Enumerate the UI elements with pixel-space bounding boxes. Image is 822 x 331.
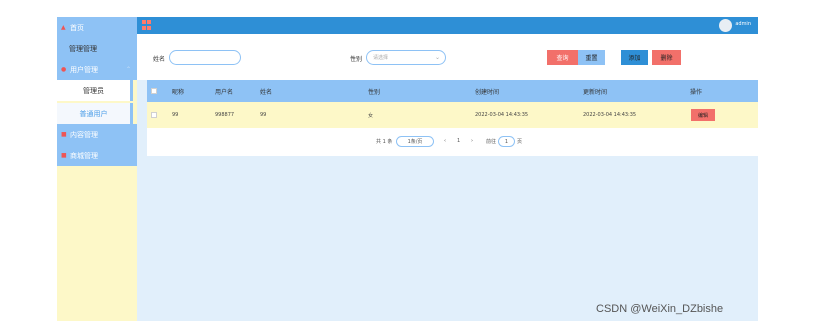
col-header-gender: 性别 xyxy=(368,88,381,96)
sidebar-item-home[interactable]: ▲ 首页 xyxy=(57,17,137,38)
sidebar-subitem-normal-user[interactable]: 普通用户 xyxy=(57,103,133,124)
main-content: 姓名 性别 请选择 ⌄ 查询 重置 添加 删除 昵称 用户名 姓名 性别 创建时… xyxy=(137,34,758,321)
reset-button[interactable]: 重置 xyxy=(578,50,605,65)
gender-select[interactable]: 请选择 ⌄ xyxy=(366,50,446,65)
cell-username: 998877 xyxy=(215,112,235,118)
page-number[interactable]: 1 xyxy=(457,138,460,144)
sidebar-item-label: 首页 xyxy=(70,23,84,32)
sidebar-item-label: 商城管理 xyxy=(70,151,98,160)
cell-name: 99 xyxy=(260,112,267,118)
delete-button[interactable]: 删除 xyxy=(652,50,681,65)
pagination: 共 1 条 1条/页 ‹ 1 › 前往 1 页 xyxy=(147,128,758,156)
sidebar-subitem-label: 管理员 xyxy=(83,86,104,95)
home-icon: ▲ xyxy=(61,23,66,31)
goto-suffix: 页 xyxy=(517,139,523,145)
username-label[interactable]: admin xyxy=(735,21,751,27)
col-header-name: 姓名 xyxy=(260,88,273,96)
sidebar-item-content-management[interactable]: ■ 内容管理 xyxy=(57,124,137,145)
page-size-select[interactable]: 1条/页 xyxy=(396,136,434,147)
goto-label: 前往 xyxy=(486,139,497,145)
name-label: 姓名 xyxy=(153,56,166,63)
cell-nickname: 99 xyxy=(172,112,179,118)
sidebar-item-mall-management[interactable]: ■ 商城管理 xyxy=(57,145,137,166)
sidebar-item-label: 内容管理 xyxy=(70,130,98,139)
avatar[interactable] xyxy=(719,19,732,32)
sidebar-subitem-label: 普通用户 xyxy=(79,109,108,118)
select-all-checkbox[interactable] xyxy=(151,80,157,102)
sidebar-item-user-management[interactable]: ● 用户管理 ⌃ xyxy=(57,59,137,80)
pagination-total: 共 1 条 xyxy=(376,139,393,145)
search-bar: 姓名 性别 请选择 ⌄ 查询 重置 添加 删除 xyxy=(137,34,758,80)
table-header: 昵称 用户名 姓名 性别 创建时间 更新时间 操作 xyxy=(147,80,758,102)
sidebar-item-label: 管理管理 xyxy=(69,44,97,53)
col-header-nickname: 昵称 xyxy=(172,88,185,96)
gender-select-placeholder: 请选择 xyxy=(373,55,389,61)
chevron-up-icon: ⌃ xyxy=(125,66,131,73)
app-window: ▲ 首页 管理管理 ● 用户管理 ⌃ 管理员 普通用户 ■ 内容管理 ■ 商城管… xyxy=(0,0,822,331)
sidebar-item-label: 用户管理 xyxy=(70,65,98,74)
col-header-updated: 更新时间 xyxy=(583,88,608,96)
col-header-actions: 操作 xyxy=(690,88,703,96)
prev-page-button[interactable]: ‹ xyxy=(444,138,446,144)
sidebar-item-overlay[interactable]: 管理管理 xyxy=(57,38,137,59)
edit-button[interactable]: 编辑 xyxy=(691,109,715,121)
top-header: admin xyxy=(137,17,758,34)
col-header-created: 创建时间 xyxy=(475,88,500,96)
user-icon: ● xyxy=(61,65,67,73)
chevron-down-icon: ⌄ xyxy=(434,54,440,61)
next-page-button[interactable]: › xyxy=(471,138,473,144)
col-header-username: 用户名 xyxy=(215,88,234,96)
name-input[interactable] xyxy=(169,50,241,65)
row-checkbox[interactable] xyxy=(151,102,157,128)
document-icon: ■ xyxy=(61,130,67,138)
sidebar: ▲ 首页 管理管理 ● 用户管理 ⌃ 管理员 普通用户 ■ 内容管理 ■ 商城管… xyxy=(57,17,137,321)
table-row: 99 998877 99 女 2022-03-04 14:43:35 2022-… xyxy=(147,102,758,128)
goto-page-input[interactable]: 1 xyxy=(498,136,515,147)
cell-updated: 2022-03-04 14:43:35 xyxy=(583,112,637,118)
goto-page-value: 1 xyxy=(504,138,509,145)
query-button[interactable]: 查询 xyxy=(547,50,578,65)
sidebar-subitem-admin[interactable]: 管理员 xyxy=(57,80,133,101)
gender-label: 性别 xyxy=(350,56,363,63)
page-size-value: 1条/页 xyxy=(407,139,423,145)
add-button[interactable]: 添加 xyxy=(621,50,648,65)
menu-grid-icon[interactable] xyxy=(142,20,152,30)
cell-created: 2022-03-04 14:43:35 xyxy=(475,112,529,118)
cell-gender: 女 xyxy=(368,112,374,119)
watermark: CSDN @WeiXin_DZbishe xyxy=(596,303,724,315)
shop-icon: ■ xyxy=(61,151,67,159)
